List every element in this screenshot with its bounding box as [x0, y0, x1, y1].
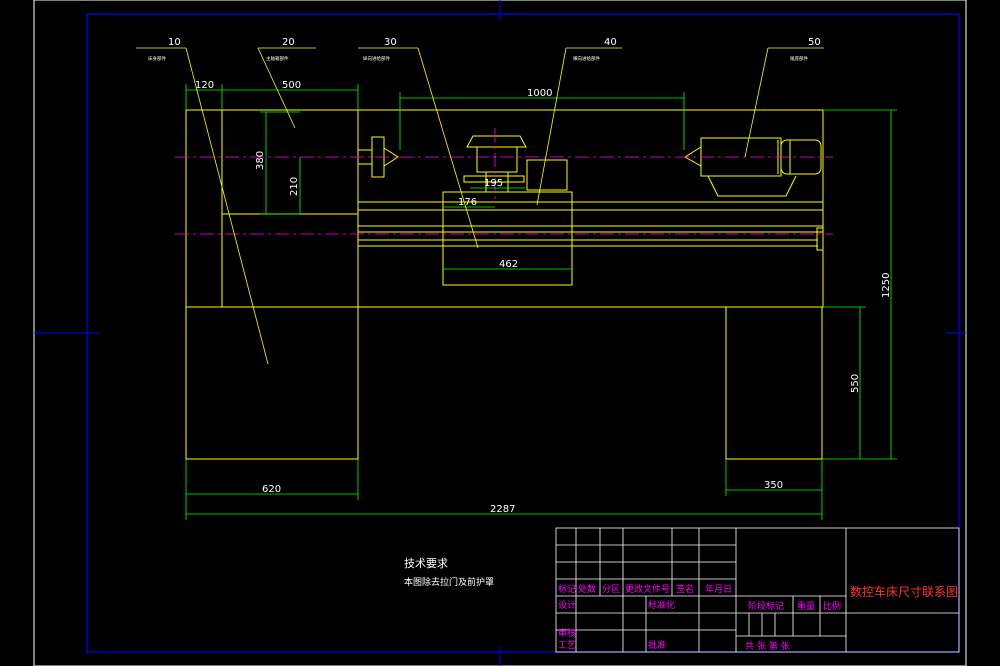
tb-scale: 比例 [823, 600, 841, 612]
tb-col-zone: 分区 [602, 584, 620, 595]
tb-col-date: 年月日 [705, 583, 732, 595]
machine-outline [185, 109, 824, 460]
part-num-20: 20 [282, 37, 295, 48]
tb-col-count: 处数 [578, 583, 596, 595]
left-leg [185, 306, 359, 460]
part-leaders [136, 47, 824, 365]
part-label-30: 纵向进给部件 [363, 55, 390, 62]
part-num-30: 30 [384, 37, 397, 48]
drawing-title: 数控车床尺寸联系图 [850, 584, 958, 599]
sheet-frame [33, 0, 967, 666]
part-label-20: 主轴箱部件 [266, 55, 289, 62]
right-leg [725, 306, 823, 460]
tech-heading: 技术要求 [404, 557, 448, 570]
tb-approve: 批准 [648, 639, 666, 651]
dim-620: 620 [262, 484, 281, 495]
bed-top [185, 109, 824, 308]
dim-350: 350 [764, 480, 783, 491]
tech-requirements: 技术要求 本图除去拉门及前护罩 [404, 557, 494, 588]
dim-176: 176 [458, 197, 477, 208]
dim-2287: 2287 [490, 504, 515, 515]
centerlines [175, 128, 833, 235]
dim-500: 500 [282, 80, 301, 91]
dim-550: 550 [850, 374, 861, 393]
tb-stage-mark: 阶段标记 [748, 600, 784, 612]
part-num-10: 10 [168, 37, 181, 48]
tb-weight: 重量 [797, 600, 815, 612]
tb-col-change-doc: 更改文件号 [625, 583, 670, 595]
tb-col-mark: 标记 [558, 583, 576, 595]
tb-process: 工艺 [558, 640, 576, 651]
part-label-10: 床身部件 [148, 55, 166, 62]
dim-210: 210 [289, 177, 300, 196]
part-label-50: 尾座部件 [790, 55, 808, 62]
tb-col-signature: 签名 [676, 583, 694, 595]
tb-standardize: 标准化 [648, 599, 675, 611]
dim-120: 120 [195, 80, 214, 91]
lathe-dimension-drawing: 120 500 1000 380 210 195 176 462 1250 55… [33, 0, 967, 666]
tb-review: 审核 [558, 627, 576, 639]
tb-sheets: 共 张 第 张 [745, 640, 790, 652]
dim-1000: 1000 [527, 88, 552, 99]
dim-380: 380 [255, 151, 266, 170]
dim-195: 195 [484, 178, 503, 189]
tb-design: 设计 [558, 599, 576, 611]
part-num-40: 40 [604, 37, 617, 48]
tech-note: 本图除去拉门及前护罩 [404, 576, 494, 588]
dimension-texts: 120 500 1000 380 210 195 176 462 1250 55… [195, 80, 892, 515]
title-block-text: 标记 处数 分区 更改文件号 签名 年月日 设计 标准化 审核 工艺 批准 阶段… [558, 583, 958, 652]
tool-post [476, 146, 518, 173]
part-label-40: 横向进给部件 [573, 55, 600, 62]
dim-1250: 1250 [881, 273, 892, 298]
part-num-50: 50 [808, 37, 821, 48]
dim-462: 462 [499, 259, 518, 270]
part-labels: 10 床身部件 20 主轴箱部件 30 纵向进给部件 40 横向进给部件 50 … [148, 37, 821, 62]
